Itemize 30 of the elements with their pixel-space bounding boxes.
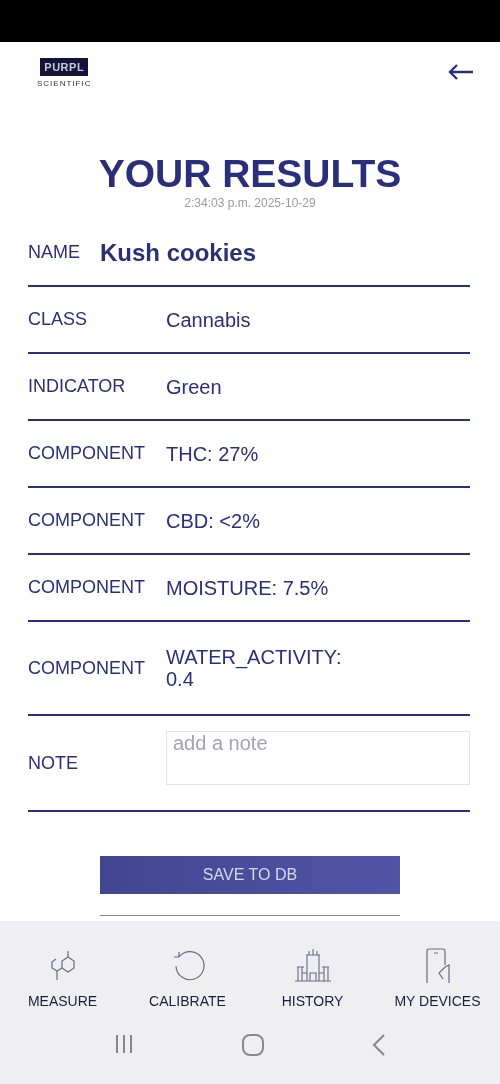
castle-icon (292, 947, 333, 985)
field-label: COMPONENT (28, 657, 146, 679)
field-value: Cannabis (166, 308, 251, 331)
field-label: NOTE (28, 752, 79, 774)
nav-tab[interactable]: MEASURE (0, 947, 125, 1009)
logo-tagline: SCIENTIFIC (37, 79, 92, 89)
field-value: Kush cookies (100, 241, 257, 264)
back-icon[interactable] (371, 1033, 387, 1057)
home-icon[interactable] (241, 1033, 265, 1057)
recents-icon[interactable] (113, 1033, 135, 1055)
field-value: Green (166, 375, 222, 398)
field-value: CBD: <2% (166, 509, 260, 532)
page-title: YOUR RESULTS (97, 152, 403, 196)
timestamp: 2:34:03 p.m. 2025-10-29 (183, 196, 317, 210)
field-value: MOISTURE: 7.5% (166, 576, 329, 599)
back-arrow-icon[interactable] (448, 64, 474, 80)
field-value: WATER_ACTIVITY: 0.4 (166, 646, 343, 690)
logo-wordmark: PURPL (40, 58, 89, 76)
field-label: NAME (28, 242, 80, 263)
field-label: COMPONENT (28, 577, 146, 598)
field-value: THC: 27% (166, 442, 259, 465)
field-label: COMPONENT (28, 443, 146, 464)
save-button[interactable]: SAVE TO DB (100, 856, 400, 894)
nav-tab[interactable]: HISTORY (250, 947, 375, 1009)
field-label: INDICATOR (28, 376, 127, 397)
note-field[interactable]: add a note (166, 731, 470, 785)
field-label: COMPONENT (28, 510, 146, 531)
nav-tab[interactable]: CALIBRATE (125, 947, 250, 1009)
field-label: CLASS (28, 309, 89, 330)
nav-tab[interactable]: MY DEVICES (375, 947, 500, 1009)
